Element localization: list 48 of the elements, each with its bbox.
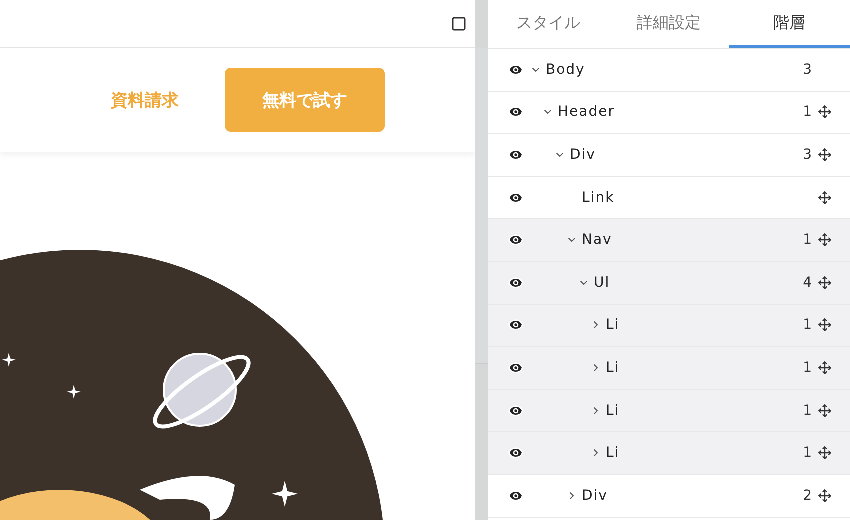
eye-icon[interactable] <box>508 402 524 419</box>
move-icon[interactable] <box>818 190 832 205</box>
child-count: 3 <box>803 62 812 78</box>
node-label: Nav <box>582 232 614 248</box>
child-count: 1 <box>803 402 812 419</box>
move-icon[interactable] <box>818 276 832 290</box>
eye-icon[interactable] <box>508 445 524 462</box>
move-icon[interactable] <box>818 404 832 418</box>
tree-row[interactable]: Header 1 <box>488 92 850 134</box>
eye-icon[interactable] <box>508 232 524 248</box>
child-count: 2 <box>803 488 812 504</box>
child-count: 1 <box>803 360 812 376</box>
child-count: 1 <box>803 104 812 120</box>
tree-row[interactable]: Ul 4 <box>488 262 850 305</box>
tree-row[interactable]: Li 1 <box>488 432 850 475</box>
node-label: Div <box>582 488 609 504</box>
move-icon[interactable] <box>818 105 832 120</box>
tree-row[interactable]: Nav 1 <box>488 219 850 262</box>
child-count: 3 <box>803 146 812 163</box>
eye-icon[interactable] <box>508 360 524 376</box>
scrollbar[interactable] <box>475 0 488 520</box>
eye-icon[interactable] <box>508 317 524 334</box>
node-label: Link <box>582 190 616 206</box>
move-icon[interactable] <box>818 233 832 248</box>
tree-row[interactable]: Li 1 <box>488 390 850 432</box>
child-count: 4 <box>803 274 812 291</box>
tree-row[interactable]: Li 1 <box>488 347 850 390</box>
node-label: Div <box>570 146 597 163</box>
tab[interactable]: 詳細設定 <box>608 0 730 48</box>
node-label: Header <box>558 104 616 120</box>
node-label: Li <box>606 360 621 376</box>
node-label: Li <box>606 317 621 334</box>
eye-icon[interactable] <box>508 274 524 291</box>
move-icon[interactable] <box>818 360 832 375</box>
move-icon[interactable] <box>818 446 832 460</box>
node-label: Ul <box>594 274 612 291</box>
tree-row[interactable]: Li 1 <box>488 304 850 348</box>
tab[interactable]: スタイル <box>488 0 609 48</box>
child-count: 1 <box>803 232 812 248</box>
child-count: 1 <box>803 445 812 462</box>
square-icon[interactable] <box>451 16 467 32</box>
node-label: Body <box>546 62 586 78</box>
node-label: Li <box>606 445 621 462</box>
move-icon[interactable] <box>818 148 832 162</box>
move-icon[interactable] <box>818 318 832 332</box>
node-label: Li <box>606 402 621 419</box>
child-count: 1 <box>803 317 812 334</box>
move-icon[interactable] <box>818 488 832 503</box>
